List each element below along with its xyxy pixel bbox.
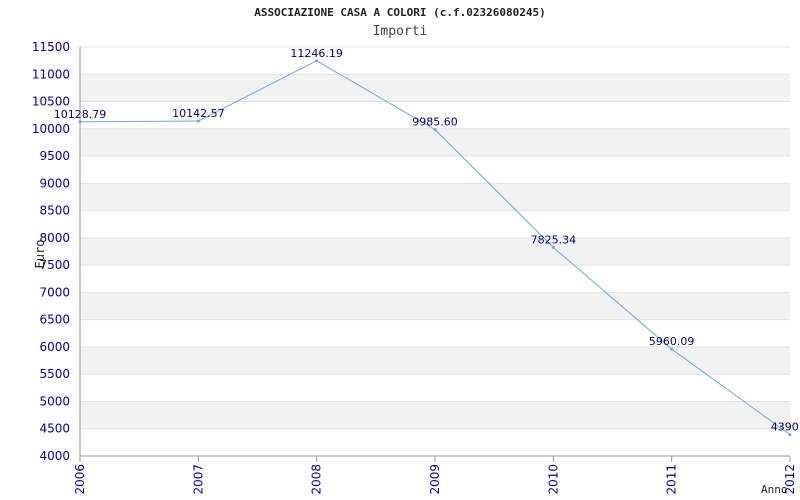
data-label: 9985.60 [412,116,458,129]
grid-band [80,346,790,375]
grid-band [80,237,790,266]
y-tick-label: 9500 [39,149,70,163]
y-tick-label: 4000 [39,449,70,463]
y-tick-label: 9000 [39,176,70,190]
grid-band [80,183,790,211]
chart: ASSOCIAZIONE CASA A COLORI (c.f.02326080… [0,0,800,500]
y-tick-label: 10000 [32,122,70,136]
data-label: 5960.09 [649,335,695,348]
y-tick-label: 6000 [39,340,70,354]
y-tick-label: 7000 [39,285,70,299]
y-tick-label: 8500 [39,204,70,218]
y-tick-label: 11000 [32,67,70,81]
y-tick-label: 10500 [32,95,70,109]
y-tick-label: 4500 [39,422,70,436]
x-tick-label: 2010 [546,464,560,495]
plot-area: 4000450050005500600065007000750080008500… [32,40,800,495]
x-axis-label: Anno [761,483,788,496]
grid-band [80,401,790,429]
y-tick-label: 5500 [39,367,70,381]
grid-band [80,128,790,157]
x-tick-label: 2006 [73,464,87,495]
x-tick-label: 2009 [428,464,442,495]
data-label: 7825.34 [531,233,577,246]
x-tick-label: 2007 [191,464,205,495]
y-tick-label: 5000 [39,394,70,408]
grid-band [80,74,790,102]
y-tick-label: 6500 [39,313,70,327]
data-label: 4390.3 [771,421,800,434]
x-tick-label: 2008 [310,464,324,495]
x-tick-label: 2011 [665,464,679,495]
data-label: 11246.19 [290,47,343,60]
y-axis-label: Euro [33,239,47,269]
grid-band [80,292,790,320]
y-tick-label: 11500 [32,40,70,54]
data-label: 10128.79 [54,108,107,121]
data-label: 10142.57 [172,107,225,120]
